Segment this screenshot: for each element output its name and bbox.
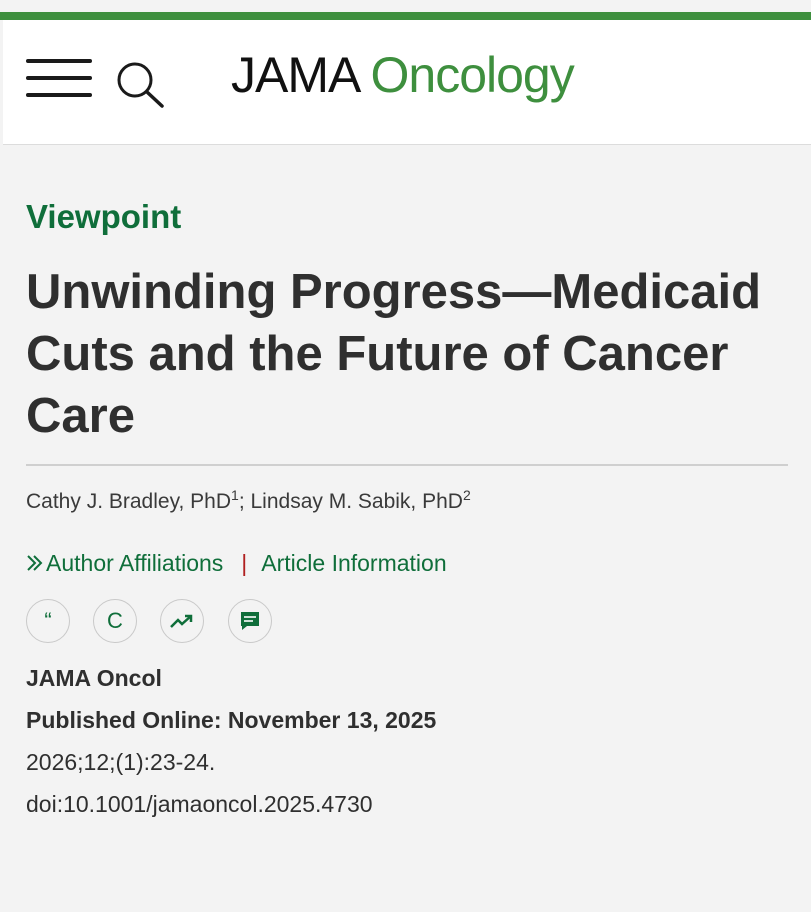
published-online-date: Published Online: November 13, 2025 xyxy=(26,707,437,733)
quote-icon[interactable]: “ xyxy=(26,599,70,643)
comment-icon[interactable] xyxy=(228,599,272,643)
journal-logo[interactable]: JAMA Oncology xyxy=(231,46,575,104)
citation-volume: 2026;12;(1):23-24. xyxy=(26,749,216,775)
article-title: Unwinding Progress—Medicaid Cuts and the… xyxy=(26,265,762,443)
author-name[interactable]: Lindsay M. Sabik, PhD xyxy=(251,490,463,513)
search-icon[interactable] xyxy=(115,59,165,109)
author-affiliation-ref[interactable]: 2 xyxy=(463,487,471,503)
menu-icon[interactable] xyxy=(26,59,92,99)
logo-oncology: Oncology xyxy=(370,47,575,103)
article-information-link[interactable]: Article Information xyxy=(261,550,446,576)
top-accent-bar xyxy=(0,12,811,20)
article-links: Author Affiliations | Article Information xyxy=(26,550,447,577)
doi[interactable]: doi:10.1001/jamaoncol.2025.4730 xyxy=(26,783,436,825)
author-affiliation-ref[interactable]: 1 xyxy=(231,487,239,503)
link-separator: | xyxy=(241,550,248,576)
double-chevron-right-icon xyxy=(26,550,44,576)
author-affiliations-link[interactable]: Author Affiliations xyxy=(26,550,223,576)
journal-abbrev: JAMA Oncol xyxy=(26,665,162,691)
author-list: Cathy J. Bradley, PhD1; Lindsay M. Sabik… xyxy=(26,487,471,514)
permissions-icon[interactable]: C xyxy=(93,599,137,643)
author-name[interactable]: Cathy J. Bradley, PhD xyxy=(26,490,231,513)
author-affiliations-label: Author Affiliations xyxy=(46,550,224,576)
site-header: JAMA Oncology xyxy=(3,20,811,145)
logo-jama: JAMA xyxy=(231,47,359,103)
article-category[interactable]: Viewpoint xyxy=(26,198,181,236)
author-separator: ; xyxy=(238,490,251,513)
citation-meta: JAMA Oncol Published Online: November 13… xyxy=(26,657,436,825)
metrics-trend-icon[interactable] xyxy=(160,599,204,643)
divider xyxy=(26,464,788,466)
